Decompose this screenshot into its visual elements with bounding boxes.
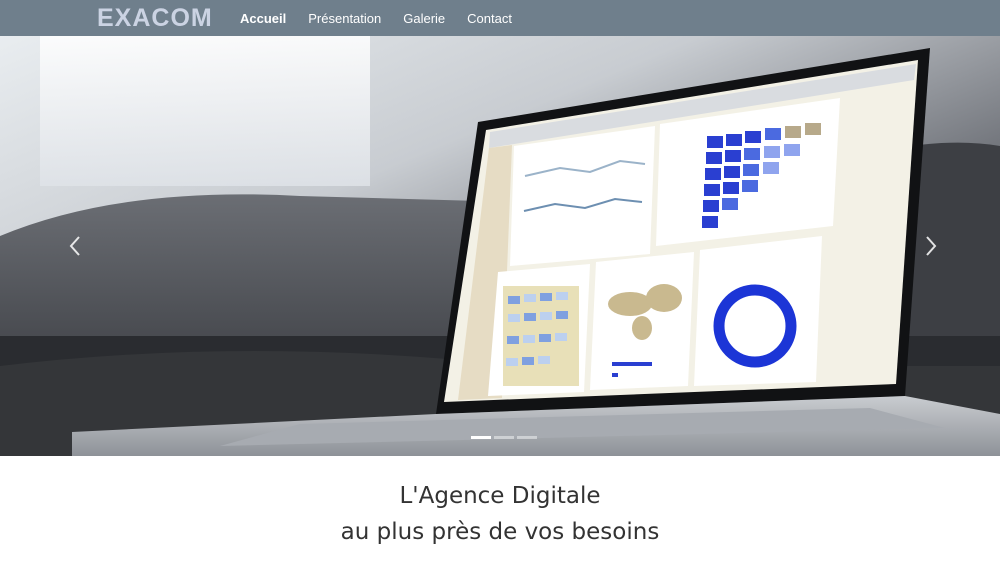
- brand-logo[interactable]: EXACOM: [97, 3, 213, 33]
- hero-tagline: L'Agence Digitale au plus près de vos be…: [0, 478, 1000, 550]
- carousel-indicator-1[interactable]: [471, 436, 491, 439]
- carousel-next-button[interactable]: [916, 226, 946, 266]
- carousel-prev-button[interactable]: [60, 226, 90, 266]
- chevron-left-icon: [69, 236, 80, 256]
- tagline-line-2: au plus près de vos besoins: [340, 519, 660, 545]
- hero-carousel: [0, 36, 1000, 456]
- carousel-indicator-3[interactable]: [517, 436, 537, 439]
- slide-image-laptop-analytics: [0, 36, 1000, 456]
- nav-link-galerie[interactable]: Galerie: [403, 11, 445, 26]
- carousel-indicators: [471, 436, 537, 439]
- nav-link-presentation[interactable]: Présentation: [308, 11, 381, 26]
- main-nav: Accueil Présentation Galerie Contact: [240, 0, 534, 36]
- tagline-line-1: L'Agence Digitale: [399, 483, 601, 509]
- chevron-right-icon: [926, 236, 937, 256]
- carousel-indicator-2[interactable]: [494, 436, 514, 439]
- navbar: EXACOM Accueil Présentation Galerie Cont…: [0, 0, 1000, 36]
- nav-link-accueil[interactable]: Accueil: [240, 11, 286, 26]
- nav-link-contact[interactable]: Contact: [467, 11, 512, 26]
